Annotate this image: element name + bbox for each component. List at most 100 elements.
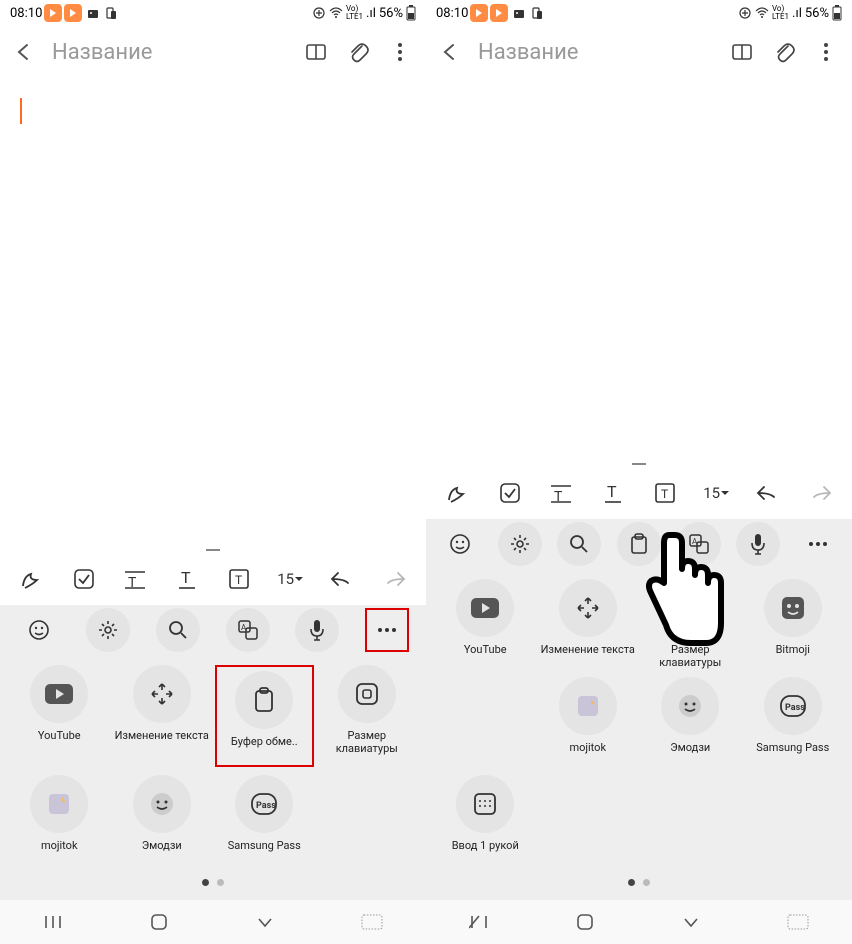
svg-text:T: T bbox=[128, 575, 137, 589]
notif-icon-1 bbox=[470, 4, 488, 22]
settings-gear-icon[interactable] bbox=[86, 608, 130, 652]
tool-clipboard[interactable]: Буфер обме.. bbox=[215, 665, 314, 767]
undo-icon[interactable] bbox=[321, 558, 363, 600]
svg-text:T: T bbox=[607, 482, 617, 501]
text-box-icon[interactable]: T bbox=[218, 558, 260, 600]
more-dots-icon[interactable] bbox=[365, 608, 409, 652]
nav-recents-icon[interactable] bbox=[43, 912, 63, 932]
battery-text: 56% bbox=[379, 6, 403, 21]
svg-text:T: T bbox=[181, 568, 191, 587]
title-input[interactable]: Название bbox=[478, 40, 712, 65]
left-screen: 08:10 Vo)LTE1 .ıl 56% bbox=[0, 0, 426, 944]
font-size-button[interactable]: 15 bbox=[696, 472, 738, 514]
back-button[interactable] bbox=[440, 42, 460, 62]
settings-gear-icon[interactable] bbox=[498, 522, 542, 566]
redo-icon[interactable] bbox=[373, 558, 415, 600]
attach-icon[interactable] bbox=[346, 40, 370, 64]
font-size-button[interactable]: 15 bbox=[270, 558, 312, 600]
keyboard-panel: A YouTube Изменение текста Размер клавиа… bbox=[426, 519, 852, 900]
page-dot-2 bbox=[643, 879, 650, 886]
notif-icon-2 bbox=[490, 4, 508, 22]
nav-back-icon[interactable] bbox=[681, 912, 701, 932]
scroll-indicator bbox=[632, 463, 646, 465]
mic-icon[interactable] bbox=[295, 608, 339, 652]
volte-label: Vo)LTE1 bbox=[772, 5, 789, 21]
text-box-icon[interactable]: T bbox=[644, 472, 686, 514]
data-saver-icon bbox=[312, 6, 326, 20]
more-menu-icon[interactable] bbox=[814, 40, 838, 64]
notif-icon-3 bbox=[84, 4, 102, 22]
tool-onehand[interactable]: Ввод 1 рукой bbox=[436, 775, 535, 865]
translate-icon[interactable]: A bbox=[677, 522, 721, 566]
tool-mojitok[interactable]: mojitok bbox=[539, 677, 638, 767]
tool-emoji[interactable]: Эмодзи bbox=[641, 677, 740, 767]
format-toolbar: T T T 15 bbox=[426, 467, 852, 519]
text-underline-icon[interactable]: T bbox=[166, 558, 208, 600]
note-body[interactable] bbox=[426, 78, 852, 467]
translate-icon[interactable]: A bbox=[226, 608, 270, 652]
smiley-icon[interactable] bbox=[438, 522, 482, 566]
kb-top-row: A bbox=[426, 519, 852, 569]
tool-mojitok[interactable]: mojitok bbox=[10, 775, 109, 865]
nav-keyboard-icon[interactable] bbox=[361, 914, 383, 930]
kb-top-row: A bbox=[0, 605, 426, 655]
tool-grid: YouTube Изменение текста Размер клавиату… bbox=[426, 569, 852, 869]
nav-home-icon[interactable] bbox=[575, 912, 595, 932]
tool-resize-text[interactable]: Изменение текста bbox=[113, 665, 212, 767]
wifi-icon bbox=[755, 7, 769, 19]
page-indicator[interactable] bbox=[426, 869, 852, 900]
checkbox-icon[interactable] bbox=[63, 558, 105, 600]
tool-keyboard-size[interactable]: Размер клавиатуры bbox=[641, 579, 740, 669]
tool-emoji[interactable]: Эмодзи bbox=[113, 775, 212, 865]
svg-text:T: T bbox=[554, 489, 563, 503]
clipboard-small-icon[interactable] bbox=[617, 522, 661, 566]
tool-bitmoji[interactable]: Bitmoji bbox=[744, 579, 843, 669]
reading-mode-icon[interactable] bbox=[730, 40, 754, 64]
app-header: Название bbox=[0, 26, 426, 78]
svg-text:A: A bbox=[241, 623, 247, 632]
status-time: 08:10 bbox=[10, 6, 42, 21]
tool-resize-text[interactable]: Изменение текста bbox=[539, 579, 638, 669]
notif-icon-4 bbox=[530, 6, 544, 20]
text-style-icon[interactable]: T bbox=[114, 558, 156, 600]
tool-youtube[interactable]: YouTube bbox=[436, 579, 535, 669]
redo-icon[interactable] bbox=[799, 472, 841, 514]
nav-home-icon[interactable] bbox=[149, 912, 169, 932]
reading-mode-icon[interactable] bbox=[304, 40, 328, 64]
tool-youtube[interactable]: YouTube bbox=[10, 665, 109, 767]
text-style-icon[interactable]: T bbox=[540, 472, 582, 514]
more-menu-icon[interactable] bbox=[388, 40, 412, 64]
more-dots-icon[interactable] bbox=[796, 522, 840, 566]
notif-icon-3 bbox=[510, 4, 528, 22]
battery-icon bbox=[832, 5, 842, 21]
right-screen: 08:10 Vo)LTE1 .ıl 56% Название T T T 15 bbox=[426, 0, 852, 944]
nav-keyboard-icon[interactable] bbox=[787, 914, 809, 930]
undo-icon[interactable] bbox=[747, 472, 789, 514]
tool-samsung-pass[interactable]: Pass Samsung Pass bbox=[215, 775, 314, 865]
notif-icon-4 bbox=[104, 6, 118, 20]
tool-keyboard-size[interactable]: Размер клавиатуры bbox=[318, 665, 417, 767]
title-input[interactable]: Название bbox=[52, 40, 286, 65]
data-saver-icon bbox=[738, 6, 752, 20]
mic-icon[interactable] bbox=[736, 522, 780, 566]
page-dot-1 bbox=[202, 879, 209, 886]
pen-icon[interactable] bbox=[11, 558, 53, 600]
smiley-icon[interactable] bbox=[17, 608, 61, 652]
text-underline-icon[interactable]: T bbox=[592, 472, 634, 514]
text-cursor bbox=[20, 98, 22, 124]
svg-text:Pass: Pass bbox=[256, 801, 276, 811]
pen-icon[interactable] bbox=[437, 472, 479, 514]
tool-samsung-pass[interactable]: Pass Samsung Pass bbox=[744, 677, 843, 767]
battery-text: 56% bbox=[805, 6, 829, 21]
attach-icon[interactable] bbox=[772, 40, 796, 64]
back-button[interactable] bbox=[14, 42, 34, 62]
note-body[interactable] bbox=[0, 78, 426, 553]
notif-icon-2 bbox=[64, 4, 82, 22]
page-indicator[interactable] bbox=[0, 869, 426, 900]
search-icon[interactable] bbox=[156, 608, 200, 652]
search-icon[interactable] bbox=[557, 522, 601, 566]
nav-back-icon[interactable] bbox=[255, 912, 275, 932]
svg-text:T: T bbox=[661, 487, 668, 501]
nav-recents-icon[interactable] bbox=[469, 912, 489, 932]
checkbox-icon[interactable] bbox=[489, 472, 531, 514]
